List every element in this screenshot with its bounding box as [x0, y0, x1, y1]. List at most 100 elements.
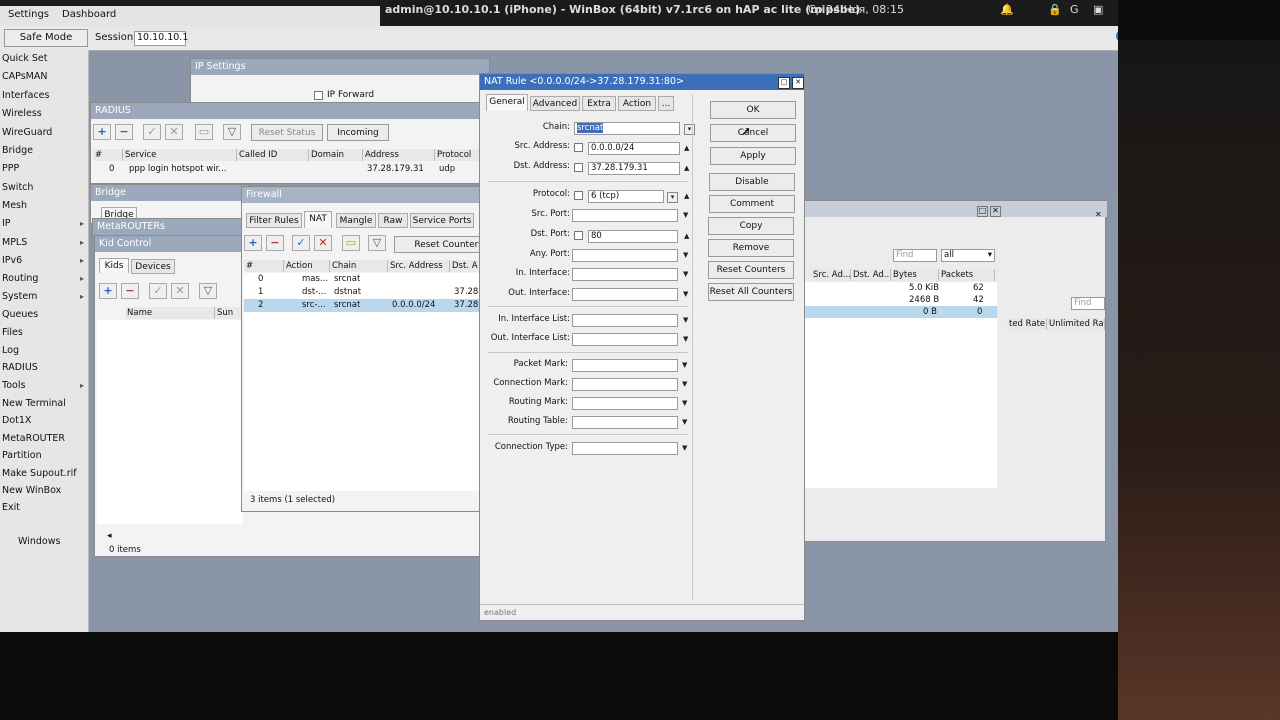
chevron-down-icon[interactable]: ▾: [684, 124, 695, 135]
tab-raw[interactable]: Raw: [378, 213, 408, 228]
col-header-chain[interactable]: Chain: [330, 260, 388, 272]
remove-button[interactable]: Remove: [708, 239, 794, 257]
col-header-action[interactable]: Action: [284, 260, 330, 272]
sidebar-item-ipv6[interactable]: IPv6 ▸: [2, 253, 86, 269]
disable-icon[interactable]: ✕: [171, 283, 189, 299]
out-interface-list-field[interactable]: [572, 333, 678, 346]
src-address-negate-checkbox[interactable]: [574, 143, 583, 152]
close-icon[interactable]: ✕: [792, 77, 804, 89]
flag-icon[interactable]: ▣: [1093, 3, 1103, 16]
sidebar-item-ppp[interactable]: PPP: [2, 161, 86, 177]
col-header-num[interactable]: #: [244, 260, 284, 272]
sidebar-item-metarouter[interactable]: MetaROUTER: [2, 431, 86, 447]
chevron-down-icon[interactable]: ▼: [682, 418, 687, 426]
add-icon[interactable]: +: [99, 283, 117, 299]
chevron-up-icon[interactable]: ▲: [684, 232, 689, 240]
out-interface-field[interactable]: [572, 288, 678, 301]
col-header-unlimited-rate[interactable]: Unlimited Rate: [1047, 318, 1105, 330]
chevron-down-icon[interactable]: ▼: [682, 361, 687, 369]
bell-icon[interactable]: 🔔: [1000, 3, 1014, 16]
col-header-name[interactable]: Name: [125, 307, 215, 319]
chevron-down-icon[interactable]: ▼: [683, 251, 688, 259]
col-header-called-id[interactable]: Called ID: [237, 149, 309, 161]
lock-icon[interactable]: 🔒: [1048, 3, 1062, 16]
sidebar-item-mpls[interactable]: MPLS ▸: [2, 235, 86, 251]
maximize-icon[interactable]: □: [778, 77, 790, 89]
comment-icon[interactable]: ▭: [195, 124, 213, 140]
add-icon[interactable]: +: [244, 235, 262, 251]
find-input-2[interactable]: Find: [1071, 297, 1105, 310]
sidebar-item-switch[interactable]: Switch: [2, 180, 86, 196]
reset-status-button[interactable]: Reset Status: [251, 124, 323, 141]
sidebar-item-files[interactable]: Files: [2, 325, 86, 341]
disable-button[interactable]: Disable: [709, 173, 795, 191]
routing-mark-field[interactable]: [572, 397, 678, 410]
routing-table-field[interactable]: [572, 416, 678, 429]
maximize-icon[interactable]: □: [977, 206, 988, 217]
packet-mark-field[interactable]: [572, 359, 678, 372]
tab-action[interactable]: Action: [618, 96, 656, 111]
filter-icon[interactable]: ▽: [223, 124, 241, 140]
col-header-protocol[interactable]: Protocol: [435, 149, 485, 161]
sidebar-item-quick-set[interactable]: Quick Set: [2, 51, 86, 67]
remove-icon[interactable]: −: [121, 283, 139, 299]
disable-icon[interactable]: ✕: [165, 124, 183, 140]
chevron-up-icon[interactable]: ▲: [684, 164, 689, 172]
in-interface-list-field[interactable]: [572, 314, 678, 327]
chevron-down-icon[interactable]: ▾: [667, 192, 678, 203]
tab-nat[interactable]: NAT: [304, 211, 332, 228]
remove-icon[interactable]: −: [115, 124, 133, 140]
sidebar-item-new-winbox[interactable]: New WinBox: [2, 483, 86, 499]
sidebar-item-new-terminal[interactable]: New Terminal: [2, 396, 86, 412]
menu-settings[interactable]: Settings: [8, 9, 49, 20]
dst-address-negate-checkbox[interactable]: [574, 163, 583, 172]
sidebar-item-wireguard[interactable]: WireGuard: [2, 125, 86, 141]
table-row-selected[interactable]: 0 B 0: [801, 306, 997, 318]
filter-icon[interactable]: ▽: [368, 235, 386, 251]
ip-forward-checkbox[interactable]: [314, 91, 323, 100]
filter-icon[interactable]: ▽: [199, 283, 217, 299]
chevron-down-icon[interactable]: ▼: [682, 444, 687, 452]
sidebar-item-make-supout[interactable]: Make Supout.rif: [2, 466, 86, 482]
dst-address-field[interactable]: 37.28.179.31: [588, 162, 680, 175]
session-field[interactable]: 10.10.10.1: [134, 31, 188, 46]
sidebar-item-bridge[interactable]: Bridge: [2, 143, 86, 159]
src-address-field[interactable]: 0.0.0.0/24: [588, 142, 680, 155]
table-row-selected[interactable]: 2 src-... srcnat 0.0.0.0/24 37.28: [244, 299, 486, 312]
col-header-dst-address[interactable]: Dst. Ad...: [851, 269, 891, 281]
col-header-bytes[interactable]: Bytes: [891, 269, 939, 281]
comment-button[interactable]: Comment: [709, 195, 795, 213]
chevron-up-icon[interactable]: ▲: [684, 144, 689, 152]
sidebar-item-capsman[interactable]: CAPsMAN: [2, 69, 86, 85]
sidebar-item-interfaces[interactable]: Interfaces: [2, 88, 86, 104]
tab-more[interactable]: ...: [658, 96, 674, 111]
tab-filter-rules[interactable]: Filter Rules: [246, 213, 302, 228]
tab-devices[interactable]: Devices: [131, 259, 175, 274]
sidebar-item-radius[interactable]: RADIUS: [2, 360, 86, 376]
comment-icon[interactable]: ▭: [342, 235, 360, 251]
kid-control-list[interactable]: [97, 320, 243, 524]
copy-button[interactable]: Copy: [708, 217, 794, 235]
col-header-packets[interactable]: Packets: [939, 269, 995, 281]
reset-counters-button[interactable]: Reset Counters: [708, 261, 794, 279]
connection-mark-field[interactable]: [572, 378, 678, 391]
sidebar-item-dot1x[interactable]: Dot1X: [2, 413, 86, 429]
col-header-service[interactable]: Service: [123, 149, 237, 161]
protocol-field[interactable]: 6 (tcp): [588, 190, 664, 203]
enable-icon[interactable]: ✓: [292, 235, 310, 251]
col-header-sun[interactable]: Sun: [215, 307, 243, 319]
chevron-down-icon[interactable]: ▼: [682, 399, 687, 407]
tab-mangle[interactable]: Mangle: [336, 213, 376, 228]
tab-general[interactable]: General: [486, 94, 528, 111]
add-icon[interactable]: +: [93, 124, 111, 140]
sidebar-item-system[interactable]: System ▸: [2, 289, 86, 305]
enable-icon[interactable]: ✓: [149, 283, 167, 299]
sidebar-item-windows[interactable]: Windows: [18, 534, 102, 550]
dst-port-negate-checkbox[interactable]: [574, 231, 583, 240]
tab-extra[interactable]: Extra: [582, 96, 616, 111]
menu-dashboard[interactable]: Dashboard: [62, 9, 116, 20]
table-row[interactable]: 5.0 KiB 62: [801, 282, 997, 294]
reset-counters-button[interactable]: Reset Counters: [394, 236, 486, 253]
sidebar-item-ip[interactable]: IP ▸: [2, 216, 86, 232]
find-input[interactable]: Find: [893, 249, 937, 262]
